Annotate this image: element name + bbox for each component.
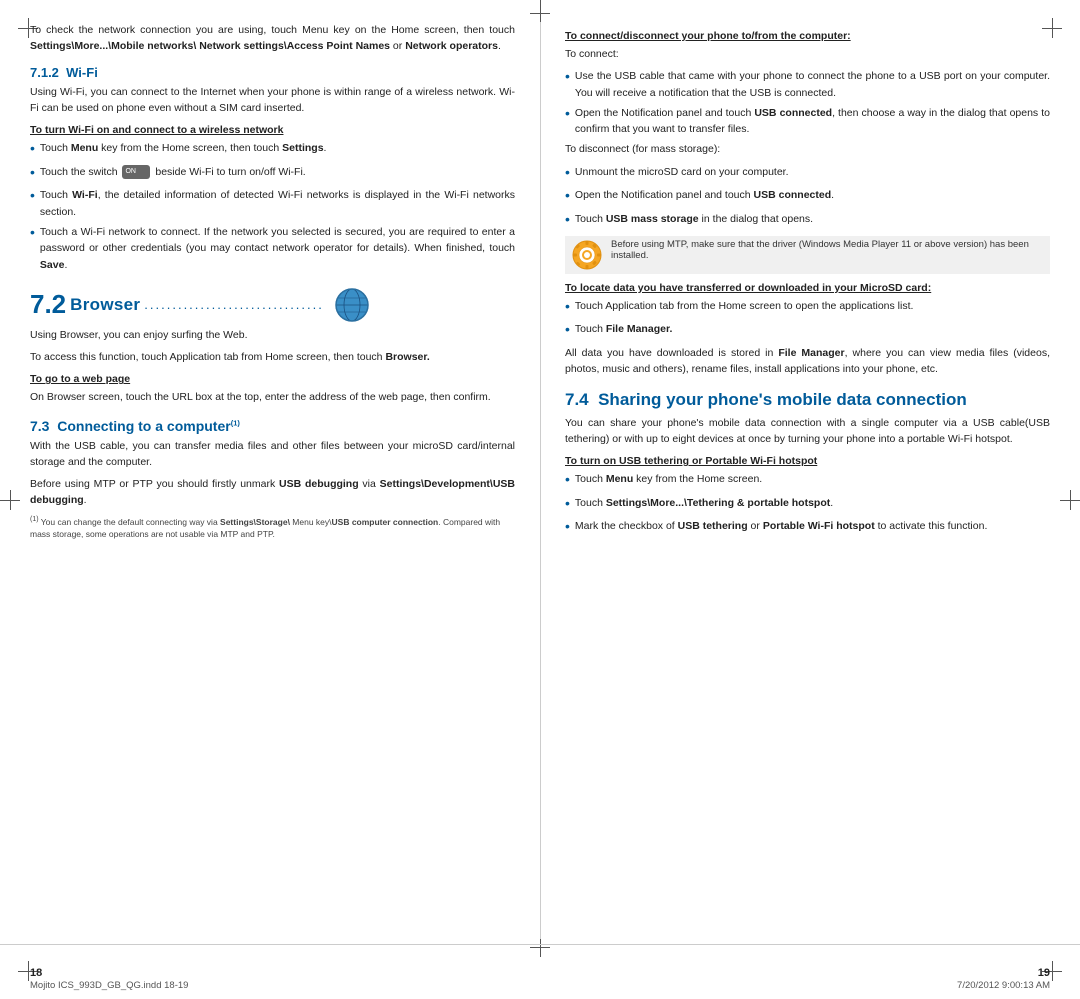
left-column: To check the network connection you are … xyxy=(30,22,530,939)
footer-filename: Mojito ICS_993D_GB_QG.indd 18-19 xyxy=(30,980,370,991)
wifi-bullet-2: • Touch the switch beside Wi-Fi to turn … xyxy=(30,164,515,184)
section-712-title: 7.1.2 Wi-Fi xyxy=(30,65,515,80)
disconnect-bullet-3: • Touch USB mass storage in the dialog t… xyxy=(565,211,1050,231)
section-74-title: 7.4 Sharing your phone's mobile data con… xyxy=(565,390,1050,410)
tethering-bullet-1: • Touch Menu key from the Home screen. xyxy=(565,471,1050,491)
to-connect-label: To connect: xyxy=(565,46,1050,62)
bullet-dot: • xyxy=(565,319,570,341)
section-72-number: 7.2 xyxy=(30,289,66,320)
page-footer: Mojito ICS_993D_GB_QG.indd 18-19 7/20/20… xyxy=(0,944,1080,999)
bullet-dot: • xyxy=(565,103,570,125)
section-72: 7.2 Browser ............................… xyxy=(30,287,515,406)
left-mid-mark xyxy=(0,490,20,510)
section-74-para1: You can share your phone's mobile data c… xyxy=(565,415,1050,448)
section-74: 7.4 Sharing your phone's mobile data con… xyxy=(565,390,1050,539)
wifi-bullet-1: • Touch Menu key from the Home screen, t… xyxy=(30,140,515,160)
connect-bullet-2: • Open the Notification panel and touch … xyxy=(565,105,1050,138)
section-73-para1: With the USB cable, you can transfer med… xyxy=(30,438,515,471)
bullet-dot: • xyxy=(565,162,570,184)
bullet-dot: • xyxy=(30,162,35,184)
intro-paragraph: To check the network connection you are … xyxy=(30,22,515,55)
wifi-subheading: To turn Wi-Fi on and connect to a wirele… xyxy=(30,124,515,136)
browser-para2: To access this function, touch Applicati… xyxy=(30,349,515,365)
disconnect-bullet-1: • Unmount the microSD card on your compu… xyxy=(565,164,1050,184)
section-73: 7.3 Connecting to a computer(1) With the… xyxy=(30,418,515,541)
locate-bullet-1: • Touch Application tab from the Home sc… xyxy=(565,298,1050,318)
wifi-bullet-3: • Touch Wi-Fi, the detailed information … xyxy=(30,187,515,220)
browser-para1: Using Browser, you can enjoy surfing the… xyxy=(30,327,515,343)
bullet-dot: • xyxy=(565,209,570,231)
footer-date: 7/20/2012 9:00:13 AM xyxy=(710,980,1050,991)
section-712: 7.1.2 Wi-Fi Using Wi-Fi, you can connect… xyxy=(30,65,515,273)
bullet-dot: • xyxy=(565,185,570,207)
right-mid-mark xyxy=(1060,490,1080,510)
content-area: To check the network connection you are … xyxy=(30,22,1050,939)
footnote-1: (1) You can change the default connectin… xyxy=(30,515,515,541)
wifi-bullet-4: • Touch a Wi-Fi network to connect. If t… xyxy=(30,224,515,273)
bullet-dot: • xyxy=(30,222,35,244)
toggle-switch xyxy=(122,165,150,179)
bullet-dot: • xyxy=(565,66,570,88)
to-disconnect-label: To disconnect (for mass storage): xyxy=(565,141,1050,157)
locate-bullet-2: • Touch File Manager. xyxy=(565,321,1050,341)
wifi-para1: Using Wi-Fi, you can connect to the Inte… xyxy=(30,84,515,117)
browser-subheading: To go to a web page xyxy=(30,373,515,385)
note-box: Before using MTP, make sure that the dri… xyxy=(565,236,1050,274)
connect-bullet-1: • Use the USB cable that came with your … xyxy=(565,68,1050,101)
disconnect-bullet-2: • Open the Notification panel and touch … xyxy=(565,187,1050,207)
section-73-para2: Before using MTP or PTP you should first… xyxy=(30,476,515,509)
locate-heading: To locate data you have transferred or d… xyxy=(565,282,1050,294)
bullet-dot: • xyxy=(565,296,570,318)
browser-para3: On Browser screen, touch the URL box at … xyxy=(30,389,515,405)
note-text: Before using MTP, make sure that the dri… xyxy=(611,239,1044,261)
tethering-subheading: To turn on USB tethering or Portable Wi-… xyxy=(565,455,1050,467)
bullet-dot: • xyxy=(30,185,35,207)
browser-globe-icon xyxy=(334,287,370,323)
page-container: To check the network connection you are … xyxy=(0,0,1080,999)
note-icon xyxy=(571,239,603,271)
locate-para: All data you have downloaded is stored i… xyxy=(565,345,1050,378)
bullet-dot: • xyxy=(565,493,570,515)
bullet-dot: • xyxy=(565,516,570,538)
tethering-bullet-2: • Touch Settings\More...\Tethering & por… xyxy=(565,495,1050,515)
section-72-dots: ................................ xyxy=(144,297,324,312)
section-72-title-text: Browser xyxy=(70,295,140,315)
right-column: To connect/disconnect your phone to/from… xyxy=(560,22,1050,939)
connect-heading: To connect/disconnect your phone to/from… xyxy=(565,30,1050,42)
bullet-dot: • xyxy=(565,469,570,491)
section-73-title: 7.3 Connecting to a computer(1) xyxy=(30,418,515,434)
bullet-dot: • xyxy=(30,138,35,160)
tethering-bullet-3: • Mark the checkbox of USB tethering or … xyxy=(565,518,1050,538)
section-72-header: 7.2 Browser ............................… xyxy=(30,287,515,323)
